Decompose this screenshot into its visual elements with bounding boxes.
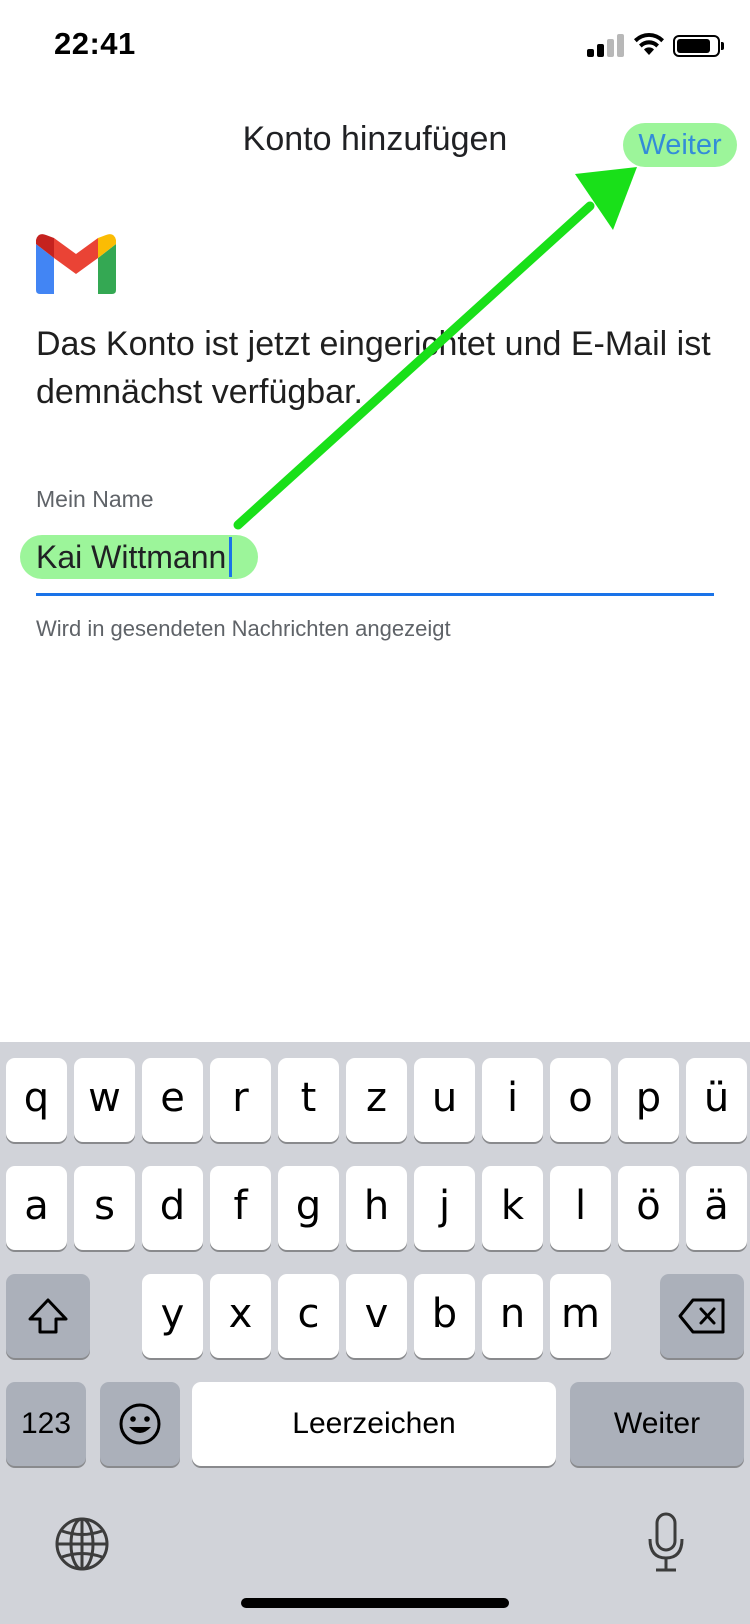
key-l[interactable]: l [550,1166,611,1250]
battery-cap [721,42,724,50]
key-p[interactable]: p [618,1058,679,1142]
key-m[interactable]: m [550,1274,611,1358]
key-label: f [233,1183,248,1229]
next-button[interactable]: Weiter [623,123,737,167]
key-label: w [88,1075,121,1121]
account-ready-message: Das Konto ist jetzt eingerichtet und E-M… [36,325,711,411]
key-d[interactable]: d [142,1166,203,1250]
shift-icon [28,1298,68,1334]
key-label: t [300,1075,317,1121]
battery-icon [673,35,720,57]
key-label: k [500,1183,525,1229]
key-j[interactable]: j [414,1166,475,1250]
key-label: u [431,1075,458,1121]
key-label: ä [704,1183,729,1229]
key-y[interactable]: y [142,1274,203,1358]
key-label: q [23,1075,50,1121]
space-key[interactable]: Leerzeichen [192,1382,556,1466]
key-label: n [499,1291,526,1337]
key-ä[interactable]: ä [686,1166,747,1250]
key-label: a [24,1183,49,1229]
key-label: y [160,1291,185,1337]
key-label: p [635,1075,662,1121]
key-label: j [438,1183,451,1229]
key-w[interactable]: w [74,1058,135,1142]
key-a[interactable]: a [6,1166,67,1250]
key-label: r [232,1075,249,1121]
shift-key[interactable] [6,1274,90,1358]
key-h[interactable]: h [346,1166,407,1250]
status-time: 22:41 [54,26,136,61]
wifi-icon [634,32,664,55]
key-label: x [228,1291,253,1337]
globe-icon[interactable] [54,1516,110,1572]
emoji-key[interactable] [100,1382,180,1466]
key-label: e [160,1075,185,1121]
key-label: i [506,1075,519,1121]
key-e[interactable]: e [142,1058,203,1142]
name-field-label: Mein Name [36,486,154,512]
key-label: v [364,1291,389,1337]
cellular-signal-icon [587,33,625,57]
name-input[interactable] [36,532,716,582]
key-label: ö [636,1183,661,1229]
key-c[interactable]: c [278,1274,339,1358]
key-label: c [297,1291,320,1337]
emoji-icon [119,1403,161,1445]
home-indicator[interactable] [241,1598,509,1608]
key-label: h [363,1183,390,1229]
key-v[interactable]: v [346,1274,407,1358]
key-t[interactable]: t [278,1058,339,1142]
key-k[interactable]: k [482,1166,543,1250]
key-z[interactable]: z [346,1058,407,1142]
key-label: d [159,1183,186,1229]
key-label: b [431,1291,458,1337]
text-caret [229,537,232,577]
key-label: s [94,1183,115,1229]
key-g[interactable]: g [278,1166,339,1250]
key-label: g [295,1183,322,1229]
numbers-key[interactable]: 123 [6,1382,86,1466]
key-ü[interactable]: ü [686,1058,747,1142]
key-label: ü [703,1075,730,1121]
keyboard: qwe r t zu i opü asd f gh j k l öä yxcvbnm 123 Leer… [0,1042,750,1624]
key-o[interactable]: o [550,1058,611,1142]
key-r[interactable]: r [210,1058,271,1142]
key-f[interactable]: f [210,1166,271,1250]
key-q[interactable]: q [6,1058,67,1142]
key-label: l [574,1183,587,1229]
gmail-logo-icon [36,234,116,294]
microphone-icon[interactable] [646,1512,686,1574]
name-field-underline [36,593,714,596]
key-s[interactable]: s [74,1166,135,1250]
key-label: o [568,1075,593,1121]
key-b[interactable]: b [414,1274,475,1358]
key-label: m [561,1291,600,1337]
key-label: z [366,1075,387,1121]
return-key[interactable]: Weiter [570,1382,744,1466]
name-field-helper: Wird in gesendeten Nachrichten angezeigt [36,616,451,641]
key-n[interactable]: n [482,1274,543,1358]
key-ö[interactable]: ö [618,1166,679,1250]
key-x[interactable]: x [210,1274,271,1358]
backspace-icon [678,1298,725,1334]
key-u[interactable]: u [414,1058,475,1142]
backspace-key[interactable] [660,1274,744,1358]
key-i[interactable]: i [482,1058,543,1142]
